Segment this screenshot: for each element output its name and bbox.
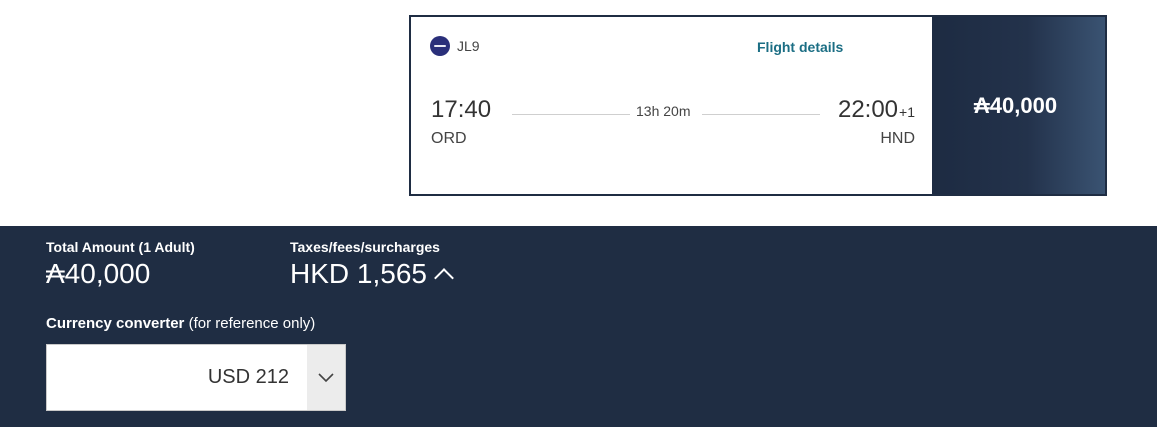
taxes-amount: HKD 1,565 — [290, 258, 427, 289]
flight-details-link[interactable]: Flight details — [757, 39, 843, 55]
taxes-label: Taxes/fees/surcharges — [290, 239, 440, 255]
currency-converter-select[interactable]: USD 212 — [46, 344, 346, 411]
fare-price: ₳40,000 — [973, 92, 1058, 118]
currency-converter-note: (for reference only) — [184, 315, 316, 332]
arrival-time-group: 22:00 +1 — [838, 96, 915, 124]
route-line-left — [512, 114, 630, 115]
chevron-down-glyph — [318, 372, 334, 382]
chevron-down-icon[interactable] — [307, 345, 345, 410]
fare-price-button[interactable]: ₳40,000 — [932, 17, 1105, 194]
flight-info: JL9 Flight details 17:40 13h 20m 22:00 +… — [411, 17, 932, 194]
arrival-airport: HND — [880, 130, 915, 147]
departure-airport: ORD — [431, 130, 467, 147]
total-amount: ₳40,000 — [46, 258, 151, 289]
total-amount-label: Total Amount (1 Adult) — [46, 239, 195, 255]
currency-converter-title: Currency converter — [46, 315, 185, 332]
arrival-time: 22:00 — [837, 96, 899, 123]
flight-duration: 13h 20m — [636, 103, 691, 119]
page: JL9 Flight details 17:40 13h 20m 22:00 +… — [0, 0, 1157, 427]
airline-row: JL9 — [430, 36, 480, 56]
flight-number: JL9 — [457, 38, 480, 54]
departure-time: 17:40 — [431, 96, 492, 123]
chevron-up-icon — [434, 268, 454, 288]
flight-card: JL9 Flight details 17:40 13h 20m 22:00 +… — [409, 15, 1107, 196]
arrival-day-offset: +1 — [899, 104, 915, 120]
currency-converter-label: Currency converter (for reference only) — [46, 315, 315, 332]
price-summary-bar: Total Amount (1 Adult) ₳40,000 Taxes/fee… — [0, 226, 1157, 427]
route-line-right — [702, 114, 820, 115]
airline-logo-icon — [430, 36, 450, 56]
taxes-toggle[interactable]: HKD 1,565 — [290, 258, 454, 290]
converted-amount: USD 212 — [207, 366, 289, 388]
